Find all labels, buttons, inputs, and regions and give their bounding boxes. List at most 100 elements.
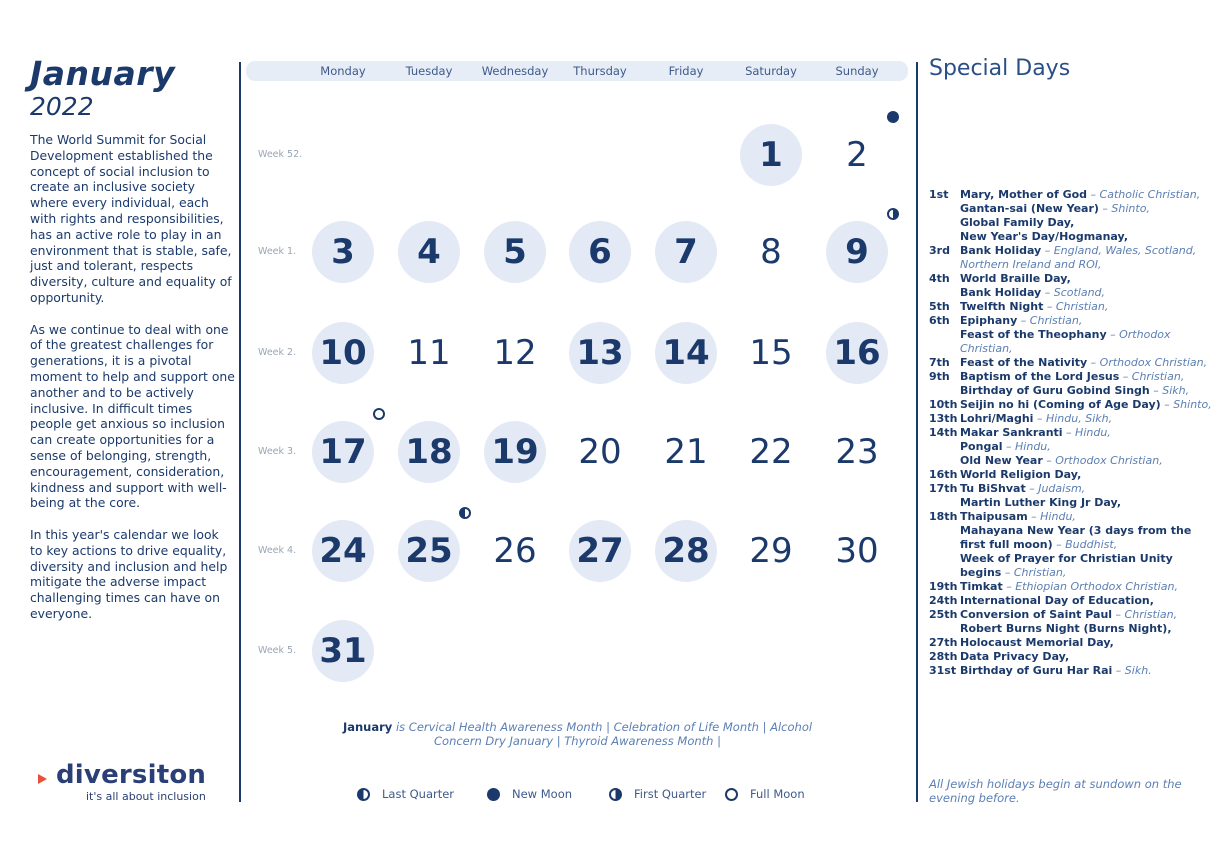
event-note: – Christian, [1119, 370, 1185, 383]
calendar-day-23[interactable]: 23 [826, 421, 888, 483]
calendar-day-25[interactable]: 25 [398, 520, 460, 582]
calendar-day-10[interactable]: 10 [312, 322, 374, 384]
calendar-day-28[interactable]: 28 [655, 520, 717, 582]
event-note: – Buddhist, [1052, 538, 1118, 551]
calendar-day-6[interactable]: 6 [569, 221, 631, 283]
event-name: Makar Sankranti [960, 426, 1063, 439]
event-name: Bank Holiday [960, 244, 1042, 257]
special-day-events: Conversion of Saint Paul – Christian, Rob… [960, 608, 1214, 636]
calendar-day-19[interactable]: 19 [484, 421, 546, 483]
special-day-event: Week of Prayer for Christian Unity begin… [960, 552, 1214, 580]
special-day-entry: 7th Feast of the Nativity – Orthodox Chri… [929, 356, 1214, 370]
new-moon-icon [887, 111, 899, 123]
special-day-entry: 28th Data Privacy Day, [929, 650, 1214, 664]
calendar-day-17[interactable]: 17 [312, 421, 374, 483]
calendar-day-30[interactable]: 30 [826, 520, 888, 582]
special-day-date: 1st [929, 188, 949, 201]
calendar-day-14[interactable]: 14 [655, 322, 717, 384]
special-day-entry: 24th International Day of Education, [929, 594, 1214, 608]
event-name: Tu BiShvat [960, 482, 1026, 495]
calendar-day-11[interactable]: 11 [398, 322, 460, 384]
event-note: – Christian, [1112, 608, 1178, 621]
logo-tagline: it's all about inclusion [86, 790, 206, 803]
event-note: – Hindu, [1002, 440, 1051, 453]
special-day-event: Robert Burns Night (Burns Night), [960, 622, 1214, 636]
calendar-day-8[interactable]: 8 [740, 221, 802, 283]
event-name: Twelfth Night [960, 300, 1044, 313]
calendar-day-15[interactable]: 15 [740, 322, 802, 384]
special-day-entry: 10th Seijin no hi (Coming of Age Day) – S… [929, 398, 1214, 412]
event-note: – Hindu, [1062, 426, 1111, 439]
special-day-event: Baptism of the Lord Jesus – Christian, [960, 370, 1214, 384]
awareness-lead: January [342, 720, 393, 734]
event-note: – Shinto, [1098, 202, 1150, 215]
calendar-day-31[interactable]: 31 [312, 620, 374, 682]
calendar-day-1[interactable]: 1 [740, 124, 802, 186]
special-day-event: Old New Year – Orthodox Christian, [960, 454, 1214, 468]
weekday-tuesday: Tuesday [405, 64, 453, 78]
event-note: – Christian, [1017, 314, 1083, 327]
calendar-day-24[interactable]: 24 [312, 520, 374, 582]
event-note: – Orthodox Christian, [1087, 356, 1208, 369]
special-day-event: New Year's Day/Hogmanay, [960, 230, 1214, 244]
special-day-event: Global Family Day, [960, 216, 1214, 230]
event-note: – Judaism, [1025, 482, 1086, 495]
special-day-events: Tu BiShvat – Judaism, Martin Luther King … [960, 482, 1214, 510]
special-day-events: International Day of Education, [960, 594, 1214, 608]
legend-label: New Moon [512, 787, 573, 801]
intro-paragraph-2: As we continue to deal with one of the g… [30, 321, 235, 511]
calendar-day-2[interactable]: 2 [826, 124, 888, 186]
calendar-day-12[interactable]: 12 [484, 322, 546, 384]
calendar-day-13[interactable]: 13 [569, 322, 631, 384]
special-day-entry: 4th World Braille Day, Bank Holiday – Scot… [929, 272, 1214, 300]
event-name: Conversion of Saint Paul [960, 608, 1113, 621]
event-name: Birthday of Guru Gobind Singh [960, 384, 1150, 397]
calendar-day-7[interactable]: 7 [655, 221, 717, 283]
special-day-event: Martin Luther King Jr Day, [960, 496, 1214, 510]
week-label: Week 2. [258, 347, 297, 358]
event-note: – Scotland, [1041, 286, 1106, 299]
event-note: – Hindu, [1027, 510, 1076, 523]
special-day-events: Bank Holiday – England, Wales, Scotland,… [960, 244, 1214, 272]
special-day-entry: 25th Conversion of Saint Paul – Christian… [929, 608, 1214, 636]
special-day-date: 7th [929, 356, 950, 369]
event-note: – Christian, [1043, 300, 1109, 313]
full-moon-icon [373, 408, 385, 420]
calendar-day-9[interactable]: 9 [826, 221, 888, 283]
special-day-entry: 27th Holocaust Memorial Day, [929, 636, 1214, 650]
calendar-day-20[interactable]: 20 [569, 421, 631, 483]
calendar-day-27[interactable]: 27 [569, 520, 631, 582]
special-day-date: 14th [929, 426, 958, 439]
calendar-day-21[interactable]: 21 [655, 421, 717, 483]
special-day-events: Data Privacy Day, [960, 650, 1214, 664]
special-day-events: World Religion Day, [960, 468, 1214, 482]
calendar-day-29[interactable]: 29 [740, 520, 802, 582]
event-name: Holocaust Memorial Day, [960, 636, 1114, 649]
event-name: Baptism of the Lord Jesus [960, 370, 1120, 383]
special-day-entry: 6th Epiphany – Christian, Feast of the The… [929, 314, 1214, 356]
first-quarter-moon-icon [887, 208, 899, 220]
moon-legend: Last Quarter New Moon First Quarter Full Mo… [357, 787, 817, 805]
week-label: Week 4. [258, 545, 297, 556]
week-label: Week 5. [258, 645, 297, 656]
calendar-day-22[interactable]: 22 [740, 421, 802, 483]
special-day-date: 28th [929, 650, 958, 663]
calendar-day-5[interactable]: 5 [484, 221, 546, 283]
event-name: Global Family Day, [960, 216, 1075, 229]
special-day-event: Bank Holiday – England, Wales, Scotland,… [960, 244, 1214, 272]
event-name: Feast of the Nativity [960, 356, 1088, 369]
special-day-date: 25th [929, 608, 958, 621]
calendar-day-3[interactable]: 3 [312, 221, 374, 283]
calendar-day-4[interactable]: 4 [398, 221, 460, 283]
legend-item: Last Quarter [357, 787, 454, 801]
intro-column: January 2022 The World Summit for Social… [30, 56, 235, 622]
calendar-day-16[interactable]: 16 [826, 322, 888, 384]
month-title: January [30, 54, 176, 93]
event-note: – Catholic Christian, [1087, 188, 1201, 201]
calendar-day-26[interactable]: 26 [484, 520, 546, 582]
special-day-entry: 17th Tu BiShvat – Judaism, Martin Luther K… [929, 482, 1214, 510]
awareness-text: is Cervical Health Awareness Month | Cel… [392, 720, 813, 748]
special-day-events: Seijin no hi (Coming of Age Day) – Shint… [960, 398, 1214, 412]
calendar-day-18[interactable]: 18 [398, 421, 460, 483]
special-day-events: Makar Sankranti – Hindu, Pongal – Hindu, O… [960, 426, 1214, 468]
